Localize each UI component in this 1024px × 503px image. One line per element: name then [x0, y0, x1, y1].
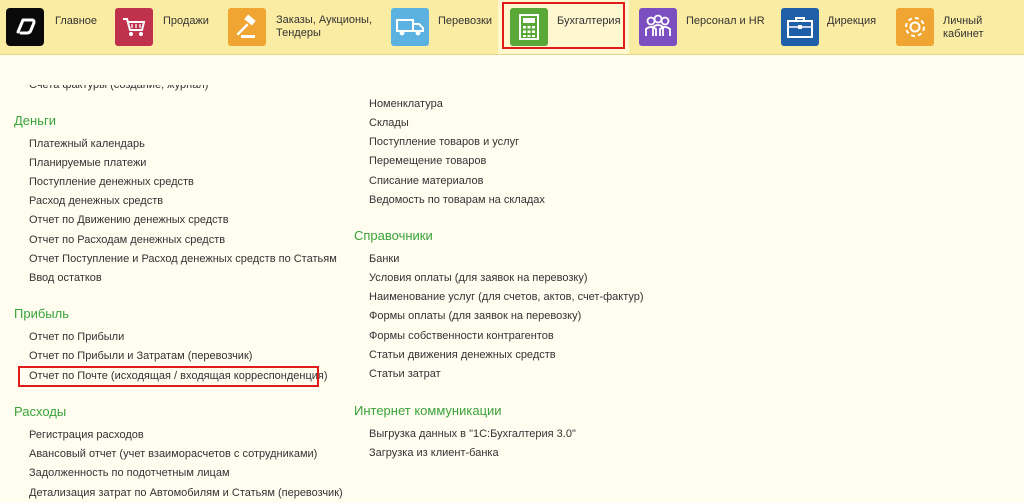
- menu-item[interactable]: Отчет по Расходам денежных средств: [29, 234, 225, 246]
- tab-direction[interactable]: Дирекция: [774, 0, 891, 54]
- menu-item[interactable]: Авансовый отчет (учет взаиморасчетов с с…: [29, 448, 317, 460]
- mail-report-highlight: [18, 366, 319, 387]
- truck-icon: [391, 8, 429, 46]
- menu-item-invoices[interactable]: Счета фактуры (создание, журнал): [29, 85, 208, 91]
- tab-direction-label: Дирекция: [827, 15, 877, 27]
- people-icon: [639, 8, 677, 46]
- menu-item[interactable]: Формы собственности контрагентов: [369, 330, 554, 342]
- tab-orders-label: Заказы, Аукционы, Тендеры: [276, 14, 372, 39]
- menu-item[interactable]: Планируемые платежи: [29, 157, 146, 169]
- menu-item[interactable]: Ведомость по товарам на складах: [369, 194, 545, 206]
- menu-item[interactable]: Отчет по Прибыли и Затратам (перевозчик): [29, 350, 252, 362]
- section-title-profit: Прибыль: [14, 306, 69, 321]
- menu-item[interactable]: Поступление товаров и услуг: [369, 136, 519, 148]
- menu-item[interactable]: Детализация затрат по Автомобилям и Стат…: [29, 487, 343, 499]
- menu-item[interactable]: Платежный календарь: [29, 138, 145, 150]
- menu-item[interactable]: Статьи затрат: [369, 368, 441, 380]
- tab-hr[interactable]: Персонал и HR: [629, 0, 774, 54]
- briefcase-icon: [781, 8, 819, 46]
- accounting-menu-content: Счета фактуры (создание, журнал) Деньги …: [0, 55, 1024, 503]
- menu-item[interactable]: Отчет Поступление и Расход денежных сред…: [29, 253, 337, 265]
- section-title-expenses: Расходы: [14, 404, 67, 419]
- menu-item[interactable]: Перемещение товаров: [369, 155, 486, 167]
- menu-item[interactable]: Склады: [369, 117, 409, 129]
- menu-item[interactable]: Расход денежных средств: [29, 195, 163, 207]
- tab-main-label: Главное: [55, 15, 98, 27]
- menu-item[interactable]: Ввод остатков: [29, 272, 102, 284]
- menu-item[interactable]: Отчет по Движению денежных средств: [29, 214, 229, 226]
- menu-item[interactable]: Отчет по Прибыли: [29, 331, 124, 343]
- tab-sales[interactable]: Продажи: [110, 0, 225, 54]
- menu-item[interactable]: Формы оплаты (для заявок на перевозку): [369, 310, 581, 322]
- menu-item[interactable]: Наименование услуг (для счетов, актов, с…: [369, 291, 644, 303]
- tab-transport-label: Перевозки: [438, 15, 492, 27]
- menu-item[interactable]: Списание материалов: [369, 175, 483, 187]
- tab-orders[interactable]: Заказы, Аукционы, Тендеры: [225, 0, 385, 54]
- menu-item[interactable]: Условия оплаты (для заявок на перевозку): [369, 272, 588, 284]
- menu-item[interactable]: Загрузка из клиент-банка: [369, 447, 499, 459]
- section-title-money: Деньги: [14, 113, 56, 128]
- accounting-tab-highlight: [502, 2, 625, 49]
- tab-cabinet[interactable]: Личный кабинет: [891, 0, 1024, 54]
- menu-item[interactable]: Поступление денежных средств: [29, 176, 194, 188]
- logo-icon: [6, 8, 44, 46]
- gear-icon: [896, 8, 934, 46]
- tab-cabinet-label: Личный кабинет: [943, 15, 984, 40]
- menu-item[interactable]: Статьи движения денежных средств: [369, 349, 556, 361]
- section-title-internet: Интернет коммуникации: [354, 403, 502, 418]
- menu-item[interactable]: Задолженность по подотчетным лицам: [29, 467, 230, 479]
- tab-sales-label: Продажи: [163, 15, 209, 27]
- cart-icon: [115, 8, 153, 46]
- tab-hr-label: Персонал и HR: [686, 15, 765, 27]
- menu-item[interactable]: Номенклатура: [369, 98, 443, 110]
- menu-item[interactable]: Регистрация расходов: [29, 429, 144, 441]
- top-navigation-bar: Главное Продажи Заказы, Аукционы, Тендер…: [0, 0, 1024, 55]
- menu-item[interactable]: Выгрузка данных в "1С:Бухгалтерия 3.0": [369, 428, 576, 440]
- menu-item[interactable]: Банки: [369, 253, 399, 265]
- tab-main[interactable]: Главное: [0, 0, 110, 54]
- gavel-icon: [228, 8, 266, 46]
- section-title-references: Справочники: [354, 228, 433, 243]
- tab-accounting[interactable]: Бухгалтерия: [498, 0, 629, 54]
- tab-transport[interactable]: Перевозки: [385, 0, 498, 54]
